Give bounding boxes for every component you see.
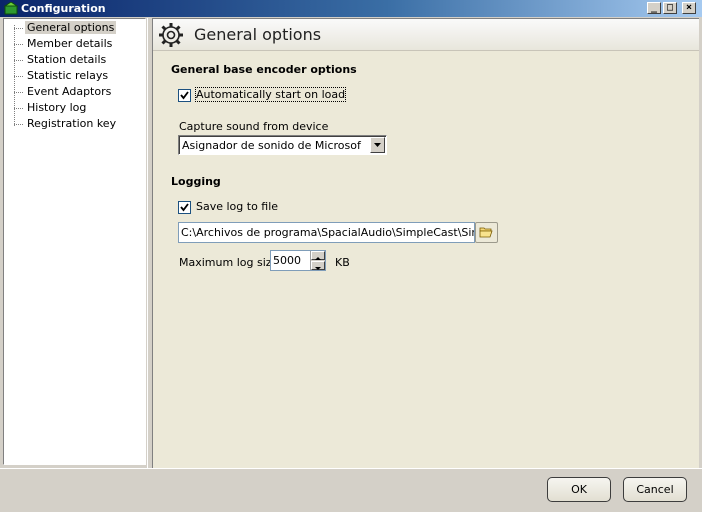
- minimize-button[interactable]: _: [647, 2, 661, 14]
- configuration-window: Configuration _ □ × General options Memb…: [0, 0, 702, 512]
- gear-icon: [159, 23, 183, 47]
- tree-item-label: Station details: [27, 53, 107, 66]
- maximize-icon: □: [666, 2, 674, 13]
- minimize-icon: _: [650, 2, 658, 13]
- max-log-size-label: Maximum log size: [179, 256, 279, 269]
- auto-start-label[interactable]: Automatically start on load: [194, 87, 347, 102]
- tree-item-label: General options: [25, 21, 117, 34]
- checkmark-icon: [180, 203, 189, 212]
- save-log-label[interactable]: Save log to file: [196, 200, 278, 213]
- log-path-value: C:\Archivos de programa\SpacialAudio\Sim…: [181, 226, 474, 239]
- tree-item-statistic-relays[interactable]: Statistic relays: [14, 69, 110, 83]
- window-title: Configuration: [21, 2, 106, 15]
- capture-device-select[interactable]: Asignador de sonido de Microsof: [178, 135, 387, 155]
- capture-device-value: Asignador de sonido de Microsof: [182, 139, 361, 152]
- tree-item-label: History log: [27, 101, 87, 114]
- close-button[interactable]: ×: [682, 2, 696, 14]
- tree-item-event-adaptors[interactable]: Event Adaptors: [14, 85, 113, 99]
- save-log-checkbox[interactable]: [178, 201, 191, 214]
- auto-start-checkbox[interactable]: [178, 89, 191, 102]
- checkmark-icon: [180, 91, 189, 100]
- title-bar[interactable]: Configuration _ □ ×: [0, 0, 702, 17]
- tree-item-label: Registration key: [27, 117, 117, 130]
- green-speaker-icon: [4, 2, 18, 15]
- spin-down-button[interactable]: [311, 261, 325, 270]
- capture-device-label: Capture sound from device: [179, 120, 329, 133]
- cancel-button[interactable]: Cancel: [623, 477, 687, 502]
- browse-log-path-button[interactable]: [475, 222, 498, 243]
- tree-item-member-details[interactable]: Member details: [14, 37, 114, 51]
- dropdown-button[interactable]: [370, 137, 385, 153]
- tree-item-registration-key[interactable]: Registration key: [14, 117, 118, 131]
- page-title: General options: [194, 25, 322, 44]
- max-log-size-unit: KB: [335, 256, 350, 269]
- ok-button[interactable]: OK: [547, 477, 611, 502]
- tree-item-station-details[interactable]: Station details: [14, 53, 108, 67]
- log-path-input[interactable]: C:\Archivos de programa\SpacialAudio\Sim…: [178, 222, 475, 243]
- chevron-down-icon: [374, 143, 381, 147]
- options-panel: General options General base encoder opt…: [152, 18, 699, 468]
- dialog-footer: OK Cancel: [0, 468, 702, 512]
- close-icon: ×: [685, 2, 693, 13]
- tree-item-label: Event Adaptors: [27, 85, 112, 98]
- maximize-button[interactable]: □: [663, 2, 677, 14]
- tree-item-history-log[interactable]: History log: [14, 101, 88, 115]
- folder-open-icon: [479, 227, 493, 238]
- max-log-size-stepper[interactable]: 5000: [270, 250, 326, 271]
- options-tree[interactable]: General options Member details Station d…: [3, 18, 146, 465]
- tree-item-label: Member details: [27, 37, 113, 50]
- encoder-section-title: General base encoder options: [171, 63, 357, 76]
- tree-item-label: Statistic relays: [27, 69, 109, 82]
- spin-up-button[interactable]: [311, 251, 325, 260]
- logging-section-title: Logging: [171, 175, 221, 188]
- max-log-size-value: 5000: [273, 254, 301, 267]
- tree-item-general-options[interactable]: General options: [14, 21, 117, 35]
- chevron-down-icon: [315, 267, 321, 270]
- panel-header: General options: [153, 19, 699, 51]
